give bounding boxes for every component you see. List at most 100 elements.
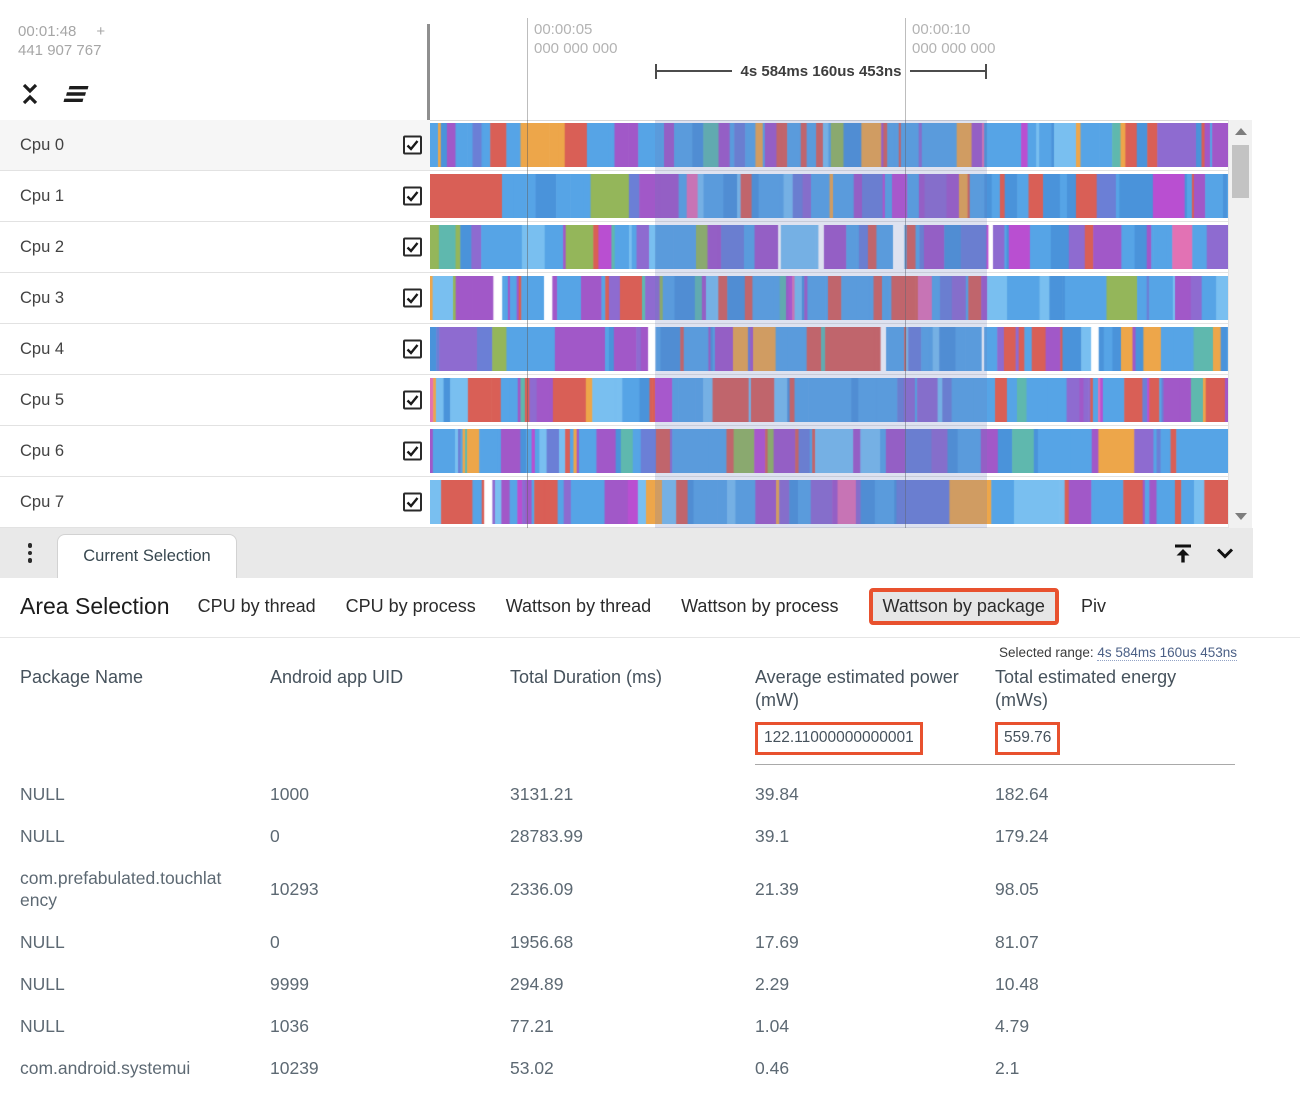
overflow-menu-icon[interactable]	[20, 539, 40, 567]
track-checkbox[interactable]	[403, 289, 422, 308]
area-selection-panel: Area Selection CPU by thread CPU by proce…	[0, 578, 1300, 1104]
collapse-tracks-icon[interactable]	[16, 80, 44, 108]
track-label: Cpu 2	[20, 238, 64, 257]
selection-range-marker[interactable]: 4s 584ms 160us 453ns	[655, 63, 987, 79]
track-checkbox[interactable]	[403, 187, 422, 206]
cpu-activity-canvas[interactable]	[430, 123, 1228, 167]
track-checkbox[interactable]	[403, 136, 422, 155]
divider	[0, 637, 1300, 638]
scroll-down-icon[interactable]	[1235, 513, 1247, 520]
current-selection-tab[interactable]: Current Selection	[57, 534, 237, 578]
track-label: Cpu 4	[20, 340, 64, 359]
scroll-up-icon[interactable]	[1235, 128, 1247, 135]
cell-total-energy: 182.64	[995, 765, 1235, 816]
timeline-origin-label: 00:01:48+441 907 767	[18, 22, 105, 60]
track-shell[interactable]: Cpu 4	[0, 324, 430, 374]
cpu-track-row[interactable]: Cpu 5	[0, 375, 1228, 426]
cpu-track-row[interactable]: Cpu 1	[0, 171, 1228, 222]
track-label: Cpu 5	[20, 391, 64, 410]
wattson-package-table: Package Name Android app UID Total Durat…	[20, 664, 1235, 1089]
plus-icon: +	[96, 23, 105, 40]
cell-package-name: com.android.systemui	[20, 1047, 270, 1089]
cpu-activity-canvas[interactable]	[430, 327, 1228, 371]
cpu-activity-canvas[interactable]	[430, 378, 1228, 422]
aggregation-tab[interactable]: Piv	[1081, 596, 1106, 617]
track-shell[interactable]: Cpu 2	[0, 222, 430, 272]
track-label: Cpu 6	[20, 442, 64, 461]
perfetto-trace-viewer: 00:01:48+441 907 767 00:00:05000 000 000…	[0, 0, 1300, 1104]
col-total-duration: Total Duration (ms)	[510, 664, 755, 712]
track-shell[interactable]: Cpu 1	[0, 171, 430, 221]
cell-package-name: NULL	[20, 765, 270, 816]
cpu-activity-canvas[interactable]	[430, 225, 1228, 269]
cpu-track-row[interactable]: Cpu 7	[0, 477, 1228, 528]
track-checkbox[interactable]	[403, 442, 422, 461]
table-row: NULL 1000 3131.21 39.84 182.64	[20, 765, 1235, 816]
scrollbar-thumb[interactable]	[1232, 145, 1249, 198]
cell-package-name: NULL	[20, 815, 270, 857]
vertical-scrollbar[interactable]	[1228, 120, 1252, 528]
cpu-track-row[interactable]: Cpu 2	[0, 222, 1228, 273]
cell-total-energy: 179.24	[995, 815, 1235, 857]
cell-android-app-uid: 10239	[270, 1047, 510, 1089]
cell-package-name: NULL	[20, 921, 270, 963]
cell-total-energy: 98.05	[995, 857, 1235, 921]
cpu-track-row[interactable]: Cpu 6	[0, 426, 1228, 477]
track-checkbox[interactable]	[403, 340, 422, 359]
cell-total-duration: 28783.99	[510, 815, 755, 857]
table-row: NULL 1036 77.21 1.04 4.79	[20, 1005, 1235, 1047]
cpu-activity-canvas[interactable]	[430, 429, 1228, 473]
bottom-panel-tab-bar: Current Selection	[0, 528, 1253, 578]
track-shell[interactable]: Cpu 7	[0, 477, 430, 527]
aggregation-tab[interactable]: CPU by thread	[198, 596, 316, 617]
col-average-power: Average estimated power (mW)	[755, 664, 995, 712]
checkmark-icon	[406, 241, 419, 254]
cell-package-name: NULL	[20, 963, 270, 1005]
aggregation-tab[interactable]: Wattson by thread	[506, 596, 651, 617]
cpu-activity-canvas[interactable]	[430, 174, 1228, 218]
cell-average-power: 21.39	[755, 857, 995, 921]
cpu-activity-canvas[interactable]	[430, 276, 1228, 320]
range-duration-label: 4s 584ms 160us 453ns	[732, 63, 911, 80]
cell-average-power: 1.04	[755, 1005, 995, 1047]
dock-to-top-icon[interactable]	[1169, 539, 1197, 567]
track-shell[interactable]: Cpu 0	[0, 120, 430, 170]
cell-total-duration: 294.89	[510, 963, 755, 1005]
cpu-activity-canvas[interactable]	[430, 480, 1228, 524]
cell-average-power: 39.1	[755, 815, 995, 857]
cell-total-energy: 81.07	[995, 921, 1235, 963]
aggregation-tab[interactable]: Wattson by package	[869, 588, 1059, 625]
table-header-row: Package Name Android app UID Total Durat…	[20, 664, 1235, 712]
track-checkbox[interactable]	[403, 391, 422, 410]
summary-average-power: 122.11000000000001	[755, 722, 923, 755]
cpu-track-row[interactable]: Cpu 4	[0, 324, 1228, 375]
track-checkbox[interactable]	[403, 238, 422, 257]
table-row: com.android.systemui 10239 53.02 0.46 2.…	[20, 1047, 1235, 1089]
col-total-energy: Total estimated energy (mWs)	[995, 664, 1235, 712]
cell-total-duration: 1956.68	[510, 921, 755, 963]
track-shell[interactable]: Cpu 6	[0, 426, 430, 476]
selected-range-readout: Selected range: 4s 584ms 160us 453ns	[999, 645, 1237, 660]
cell-package-name: com.prefabulated.touchlatency	[20, 857, 270, 921]
cell-android-app-uid: 1000	[270, 765, 510, 816]
cpu-track-row[interactable]: Cpu 0	[0, 120, 1228, 171]
cpu-track-row[interactable]: Cpu 3	[0, 273, 1228, 324]
track-checkbox[interactable]	[403, 493, 422, 512]
cell-total-energy: 4.79	[995, 1005, 1235, 1047]
time-gridline	[527, 18, 528, 120]
cell-android-app-uid: 0	[270, 921, 510, 963]
aggregation-tab[interactable]: CPU by process	[346, 596, 476, 617]
track-label: Cpu 0	[20, 136, 64, 155]
aggregation-tab[interactable]: Wattson by process	[681, 596, 838, 617]
selected-range-link[interactable]: 4s 584ms 160us 453ns	[1097, 645, 1237, 661]
cell-average-power: 2.29	[755, 963, 995, 1005]
cell-package-name: NULL	[20, 1005, 270, 1047]
collapse-panel-icon[interactable]	[1211, 539, 1239, 567]
track-label: Cpu 1	[20, 187, 64, 206]
cell-total-duration: 77.21	[510, 1005, 755, 1047]
track-shell[interactable]: Cpu 3	[0, 273, 430, 323]
range-end-handle[interactable]	[985, 64, 987, 79]
flatten-tracks-icon[interactable]	[62, 80, 90, 108]
panel-title: Area Selection	[20, 593, 170, 620]
track-shell[interactable]: Cpu 5	[0, 375, 430, 425]
